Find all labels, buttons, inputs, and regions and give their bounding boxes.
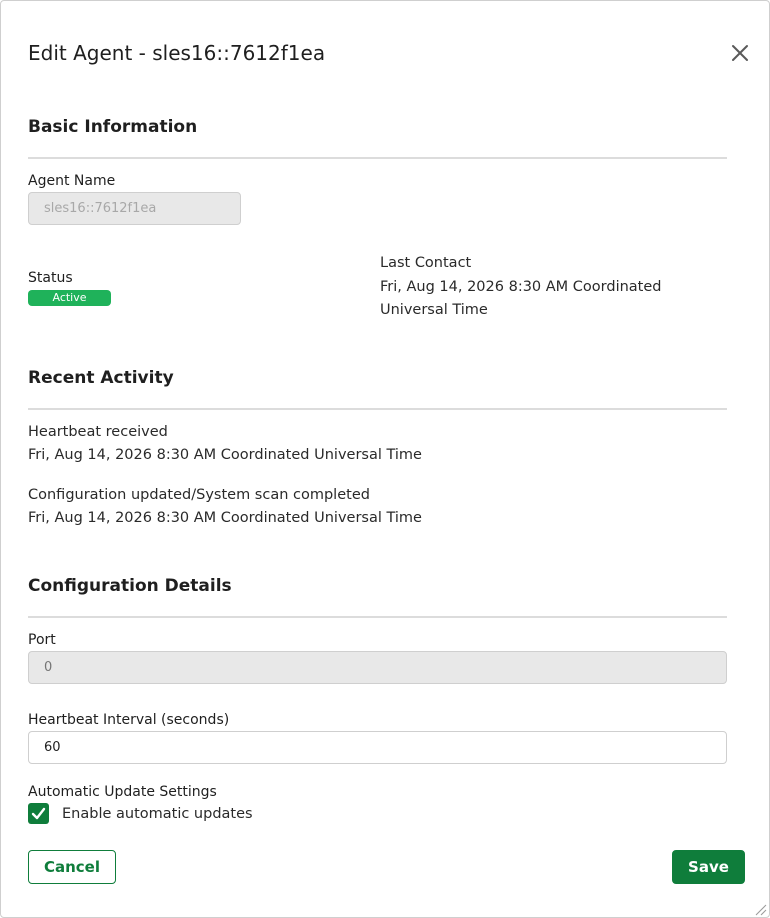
heartbeat-interval-input[interactable] [28, 731, 727, 764]
activity-item-event: Heartbeat received [28, 424, 168, 440]
auto-update-checkbox-label[interactable]: Enable automatic updates [62, 806, 253, 822]
dialog-title: Edit Agent - sles16::7612f1ea [28, 41, 326, 65]
recent-activity-heading: Recent Activity [28, 368, 174, 388]
close-icon [732, 45, 748, 61]
config-details-divider [28, 616, 727, 618]
port-label: Port [28, 632, 56, 648]
resize-grip-icon [755, 904, 767, 916]
heartbeat-interval-label: Heartbeat Interval (seconds) [28, 712, 230, 728]
status-badge: Active [28, 290, 111, 306]
port-input[interactable] [28, 651, 727, 684]
activity-item-event: Configuration updated/System scan comple… [28, 487, 370, 503]
last-contact-value-line2: Universal Time [380, 302, 488, 318]
agent-name-input[interactable] [28, 192, 241, 225]
config-details-heading: Configuration Details [28, 576, 232, 596]
edit-agent-dialog: Edit Agent - sles16::7612f1ea Basic Info… [0, 0, 770, 918]
cancel-button[interactable]: Cancel [28, 850, 116, 884]
auto-update-checkbox[interactable] [28, 803, 49, 824]
agent-name-label: Agent Name [28, 173, 116, 189]
activity-item-time: Fri, Aug 14, 2026 8:30 AM Coordinated Un… [28, 510, 422, 526]
close-button[interactable] [729, 42, 751, 64]
save-button[interactable]: Save [672, 850, 745, 884]
checkmark-icon [31, 807, 46, 820]
basic-info-heading: Basic Information [28, 117, 198, 137]
activity-item-time: Fri, Aug 14, 2026 8:30 AM Coordinated Un… [28, 447, 422, 463]
last-contact-label: Last Contact [380, 255, 472, 271]
basic-info-divider [28, 157, 727, 159]
recent-activity-divider [28, 408, 727, 410]
auto-update-label: Automatic Update Settings [28, 784, 217, 800]
last-contact-value-line1: Fri, Aug 14, 2026 8:30 AM Coordinated [380, 279, 662, 295]
resize-handle[interactable] [753, 901, 767, 916]
status-label: Status [28, 270, 73, 286]
